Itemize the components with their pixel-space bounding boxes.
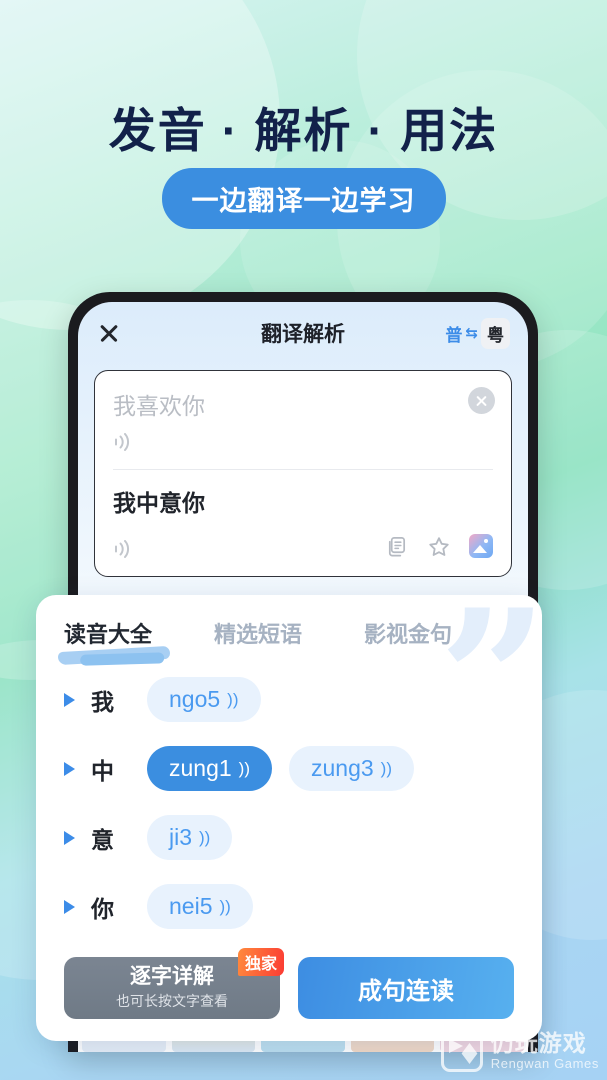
hero-sub-pill: 一边翻译一边学习 bbox=[161, 168, 446, 229]
pill-group: nei5 )) bbox=[147, 884, 253, 929]
row-character: 中 bbox=[91, 757, 114, 784]
lang-to-label: 粤 bbox=[481, 317, 510, 349]
detail-button[interactable]: 独家 逐字详解 也可长按文字查看 bbox=[64, 948, 284, 1019]
pronunciation-rows: 我 ngo5 )) 中 zung1 )) zung3 )) 意 ji3)) 你… bbox=[36, 649, 542, 941]
pronunciation-panel: ” 读音大全 精选短语 影视金句 我 ngo5 )) 中 zung1)) zu… bbox=[36, 595, 542, 1041]
star-icon[interactable] bbox=[427, 535, 450, 558]
target-action-row bbox=[113, 528, 493, 564]
app-topbar: 翻译解析 普 ⇆ 粤 bbox=[78, 302, 528, 364]
pill-text: ji3 bbox=[169, 824, 193, 850]
lang-from-label: 普 bbox=[445, 325, 463, 345]
pill-group: zung1 )) zung3 )) bbox=[147, 746, 414, 791]
language-toggle[interactable]: 普 ⇆ 粤 bbox=[445, 317, 510, 349]
image-card-icon[interactable] bbox=[469, 534, 493, 558]
pill-text: zung1 bbox=[169, 755, 232, 781]
pronunciation-row: 意 ji3 )) bbox=[64, 803, 514, 872]
hero-headline: 发音 · 解析 · 用法 bbox=[108, 104, 499, 157]
detail-button-subtitle: 也可长按文字查看 bbox=[116, 992, 228, 1009]
watermark: 仍玩游戏 Rengwan Games bbox=[440, 1030, 599, 1072]
exclusive-badge: 独家 bbox=[237, 948, 284, 976]
tab-label: 读音大全 bbox=[64, 622, 153, 647]
panel-tabs: 读音大全 精选短语 影视金句 bbox=[36, 595, 542, 666]
pronunciation-pill-selected[interactable]: zung1 )) bbox=[147, 746, 272, 791]
card-divider bbox=[113, 469, 493, 470]
pill-text: zung3 bbox=[311, 755, 374, 781]
row-character: 意 bbox=[91, 826, 114, 853]
pronunciation-row: 中 zung1 )) zung3 )) bbox=[64, 734, 514, 803]
pill-text: ngo5 bbox=[169, 686, 221, 712]
source-text-input[interactable]: 我喜欢你 bbox=[113, 387, 493, 421]
row-character: 你 bbox=[91, 895, 114, 922]
speaker-icon: )) bbox=[227, 689, 239, 709]
pill-group: ngo5 )) bbox=[147, 677, 261, 722]
card-actions bbox=[385, 534, 493, 558]
speaker-icon: )) bbox=[380, 758, 392, 778]
pronunciation-row: 你 nei5 )) bbox=[64, 872, 514, 941]
pronunciation-pill[interactable]: ji3 )) bbox=[147, 815, 233, 860]
speaker-icon[interactable] bbox=[113, 540, 135, 564]
swap-arrows-icon: ⇆ bbox=[465, 325, 478, 342]
bg-blob bbox=[0, 0, 280, 330]
read-sentence-button[interactable]: 成句连读 bbox=[298, 957, 514, 1019]
row-character: 我 bbox=[91, 688, 114, 715]
copy-icon[interactable] bbox=[385, 535, 408, 558]
play-triangle-icon[interactable] bbox=[64, 830, 75, 845]
speaker-icon: )) bbox=[238, 758, 250, 778]
clear-circle-icon[interactable] bbox=[468, 387, 495, 414]
tab-label: 精选短语 bbox=[214, 622, 303, 647]
tab-phrases[interactable]: 精选短语 bbox=[214, 617, 302, 649]
pronunciation-pill[interactable]: nei5 )) bbox=[147, 884, 253, 929]
speaker-icon: )) bbox=[219, 896, 231, 916]
play-triangle-icon[interactable] bbox=[64, 761, 75, 776]
tab-movie-quotes[interactable]: 影视金句 bbox=[364, 617, 452, 649]
pronunciation-pill[interactable]: ngo5 )) bbox=[147, 677, 261, 722]
translation-card: 我喜欢你 我中意你 bbox=[94, 370, 512, 577]
watermark-text: 仍玩游戏 Rengwan Games bbox=[491, 1030, 599, 1071]
watermark-en: Rengwan Games bbox=[490, 1055, 599, 1071]
tab-label: 影视金句 bbox=[364, 622, 453, 647]
pronunciation-row: 我 ngo5 )) bbox=[64, 665, 514, 734]
target-text: 我中意你 bbox=[113, 490, 205, 516]
pronunciation-pill[interactable]: zung3 )) bbox=[289, 746, 414, 791]
speaker-icon[interactable] bbox=[113, 433, 135, 457]
speaker-icon: )) bbox=[199, 827, 211, 847]
pill-group: ji3 )) bbox=[147, 815, 233, 860]
play-triangle-icon[interactable] bbox=[64, 899, 75, 914]
tab-pronunciation[interactable]: 读音大全 bbox=[57, 617, 171, 666]
watermark-cn: 仍玩游戏 bbox=[490, 1030, 587, 1057]
detail-button-title: 逐字详解 bbox=[130, 965, 214, 989]
close-icon[interactable] bbox=[96, 320, 122, 346]
pill-text: nei5 bbox=[169, 893, 213, 919]
play-triangle-icon[interactable] bbox=[64, 692, 75, 707]
panel-footer: 独家 逐字详解 也可长按文字查看 成句连读 bbox=[64, 948, 514, 1019]
watermark-logo-icon bbox=[440, 1030, 483, 1072]
